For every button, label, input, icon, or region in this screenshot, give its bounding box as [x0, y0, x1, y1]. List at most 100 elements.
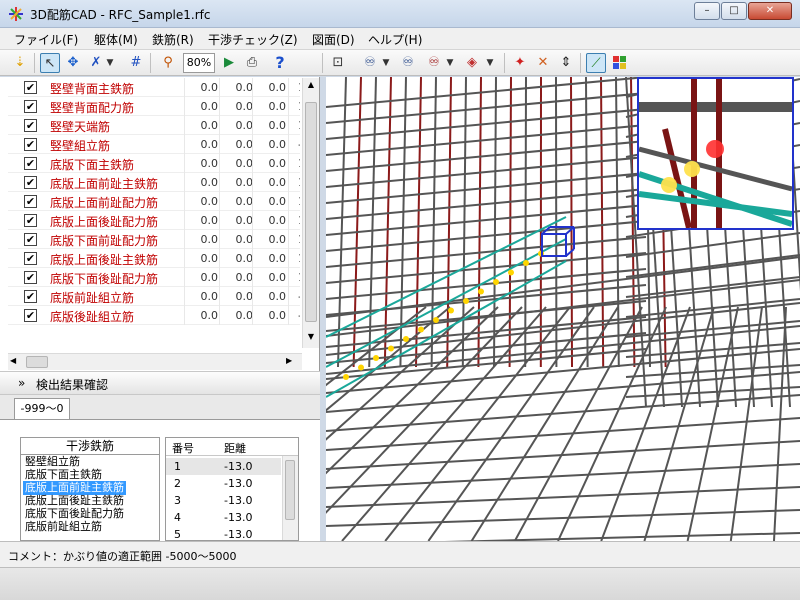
rebar-visible-checkbox[interactable]: ✔	[24, 138, 37, 151]
rebar-row[interactable]: ✔ 底版上面後趾配力筋 0.0 0.0 0.0 1'	[8, 211, 300, 230]
rebar-visible-checkbox[interactable]: ✔	[24, 252, 37, 265]
view-toggle-icon[interactable]: ⟋	[586, 53, 606, 73]
color-grid-icon[interactable]	[610, 53, 630, 73]
play-icon[interactable]: ▶	[219, 53, 239, 73]
3d-view[interactable]	[326, 77, 800, 541]
rebar-visible-checkbox[interactable]: ✔	[24, 176, 37, 189]
interference-marker[interactable]	[388, 345, 394, 352]
scroll-down-icon[interactable]: ▼	[305, 332, 317, 344]
col-number[interactable]: 番号	[172, 440, 194, 456]
interference-marker[interactable]	[523, 260, 529, 266]
rebar-visible-checkbox[interactable]: ✔	[24, 309, 37, 322]
rebar-row[interactable]: ✔ 竪壁背面配力筋 0.0 0.0 0.0 1'	[8, 97, 300, 116]
result-row[interactable]: 5 -13.0	[166, 526, 281, 540]
menu-structure[interactable]: 躯体(M)	[94, 31, 138, 48]
scroll-right-icon[interactable]: ▶	[286, 356, 298, 368]
scroll-left-icon[interactable]: ◀	[10, 356, 22, 368]
interference-rebar-item[interactable]: 底版前趾組立筋	[23, 520, 104, 534]
rebar-row[interactable]: ✔ 底版下面主鉄筋 0.0 0.0 0.0 10	[8, 154, 300, 173]
zoom-level[interactable]: 80%	[183, 53, 215, 73]
result-list-vscroll[interactable]	[282, 456, 298, 540]
rebar-row[interactable]: ✔底版後趾組立筋0.00.00.0-	[8, 306, 300, 325]
rebar-row[interactable]: ✔ 底版下面後趾配力筋 0.0 0.0 0.0 1'	[8, 268, 300, 287]
select-icon[interactable]: ↖	[40, 53, 60, 73]
rebar-visible-checkbox[interactable]: ✔	[24, 195, 37, 208]
scroll-up-icon[interactable]: ▲	[305, 80, 317, 92]
collapse-icon[interactable]: »	[18, 376, 25, 390]
rebar-row[interactable]: ✔ 竪壁背面主鉄筋 0.0 0.0 0.0 10	[8, 78, 300, 97]
rebar-visible-checkbox[interactable]: ✔	[24, 100, 37, 113]
rebar-visible-checkbox[interactable]: ✔	[24, 214, 37, 227]
hscroll-thumb[interactable]	[26, 356, 48, 368]
interference-rebar-item[interactable]: 底版上面前趾主鉄筋	[23, 481, 126, 495]
scroll-thumb[interactable]	[305, 102, 317, 322]
help-icon[interactable]: ?	[270, 53, 290, 73]
binoculars-prev-icon[interactable]: ♾	[424, 53, 444, 73]
interference-marker[interactable]	[403, 336, 409, 342]
binoculars-icon[interactable]: ♾	[360, 53, 380, 73]
binoculars-next-icon[interactable]: ♾	[398, 53, 418, 73]
menu-interference[interactable]: 干渉チェック(Z)	[208, 31, 298, 48]
interference-marker[interactable]	[373, 355, 379, 361]
interference-rebar-list[interactable]: 竪壁組立筋 底版下面主鉄筋 底版上面前趾主鉄筋 底版上面後趾主鉄筋 底版下面後趾配力筋底…	[20, 455, 160, 541]
dropdown-icon[interactable]: ▼	[484, 53, 496, 73]
dropdown-icon[interactable]: ▼	[444, 53, 456, 73]
result-row[interactable]: 1 -13.0	[166, 458, 281, 475]
node-red-icon[interactable]: ✦	[510, 53, 530, 73]
result-row[interactable]: 3 -13.0	[166, 492, 281, 509]
interference-marker[interactable]	[358, 364, 364, 371]
rebar-row[interactable]: ✔ 竪壁天端筋 0.0 0.0 0.0 10	[8, 116, 300, 135]
rebar-visible-checkbox[interactable]: ✔	[24, 290, 37, 303]
interference-marker[interactable]	[433, 317, 439, 323]
move-icon[interactable]: ✥	[63, 53, 83, 73]
rebar-row[interactable]: ✔ 底版上面後趾主鉄筋 0.0 0.0 0.0 10	[8, 249, 300, 268]
menu-drawing[interactable]: 図面(D)	[312, 31, 355, 48]
rebar-visible-checkbox[interactable]: ✔	[24, 233, 37, 246]
interference-marker[interactable]	[478, 288, 484, 295]
layer-icon[interactable]: ◈	[462, 53, 482, 73]
tab-range[interactable]: -999〜0	[14, 398, 70, 419]
menu-help[interactable]: ヘルプ(H)	[368, 31, 422, 48]
interference-rebar-item[interactable]: 底版上面後趾主鉄筋	[23, 494, 126, 508]
interference-marker[interactable]	[463, 298, 469, 304]
rebar-visible-checkbox[interactable]: ✔	[24, 81, 37, 94]
detail-inset-view[interactable]	[637, 77, 794, 230]
rebar-visible-checkbox[interactable]: ✔	[24, 157, 37, 170]
rebar-visible-checkbox[interactable]: ✔	[24, 119, 37, 132]
scroll-thumb[interactable]	[285, 460, 295, 520]
rebar-row[interactable]: ✔ 底版上面前趾配力筋 0.0 0.0 0.0 1'	[8, 192, 300, 211]
rebar-row[interactable]: ✔ 底版上面前趾主鉄筋 0.0 0.0 0.0 10	[8, 173, 300, 192]
detection-section-header[interactable]: » 検出結果確認	[0, 371, 320, 395]
dimension-icon[interactable]: ⇕	[556, 53, 576, 73]
interference-rebar-item[interactable]: 竪壁組立筋	[23, 455, 82, 469]
close-button[interactable]: ✕	[748, 2, 792, 20]
col-distance[interactable]: 距離	[224, 440, 246, 456]
menu-rebar[interactable]: 鉄筋(R)	[152, 31, 194, 48]
export-icon[interactable]: ⎙	[242, 53, 262, 73]
dropdown-icon[interactable]: ▼	[104, 53, 116, 73]
rebar-row[interactable]: ✔ 底版下面前趾配力筋 0.0 0.0 0.0 1'	[8, 230, 300, 249]
interference-marker[interactable]	[343, 374, 349, 380]
maximize-button[interactable]: □	[721, 2, 747, 20]
axis-icon[interactable]: ✕	[533, 53, 553, 73]
dropdown-icon[interactable]: ▼	[380, 53, 392, 73]
delete-icon[interactable]: ✗	[86, 53, 106, 73]
rebar-list-vscroll[interactable]: ▲ ▼	[302, 78, 319, 348]
minimize-button[interactable]: –	[694, 2, 720, 20]
result-row[interactable]: 2 -13.0	[166, 475, 281, 492]
interference-rebar-item[interactable]: 底版下面後趾配力筋	[23, 507, 126, 521]
interference-marker[interactable]	[508, 269, 514, 276]
menu-file[interactable]: ファイル(F)	[14, 31, 78, 48]
sort-icon[interactable]: ⇣	[10, 53, 30, 73]
rebar-list-hscroll[interactable]: ◀ ▶	[8, 353, 302, 370]
interference-rebar-item[interactable]: 底版下面主鉄筋	[23, 468, 104, 482]
zoom-tool-icon[interactable]: ⚲	[158, 53, 178, 73]
frame-icon[interactable]: ⊡	[328, 53, 348, 73]
interference-result-list[interactable]: 番号 距離 1 -13.0 2 -13.0 3 -13.0 4 -13.0 5 -13.0	[165, 437, 299, 541]
interference-marker[interactable]	[418, 326, 424, 333]
rebar-row[interactable]: ✔竪壁組立筋0.00.00.0-	[8, 135, 300, 154]
rebar-row[interactable]: ✔底版前趾組立筋0.00.00.0-	[8, 287, 300, 306]
grid-icon[interactable]: #	[126, 53, 146, 73]
interference-marker[interactable]	[493, 279, 499, 285]
interference-marker[interactable]	[448, 307, 454, 314]
